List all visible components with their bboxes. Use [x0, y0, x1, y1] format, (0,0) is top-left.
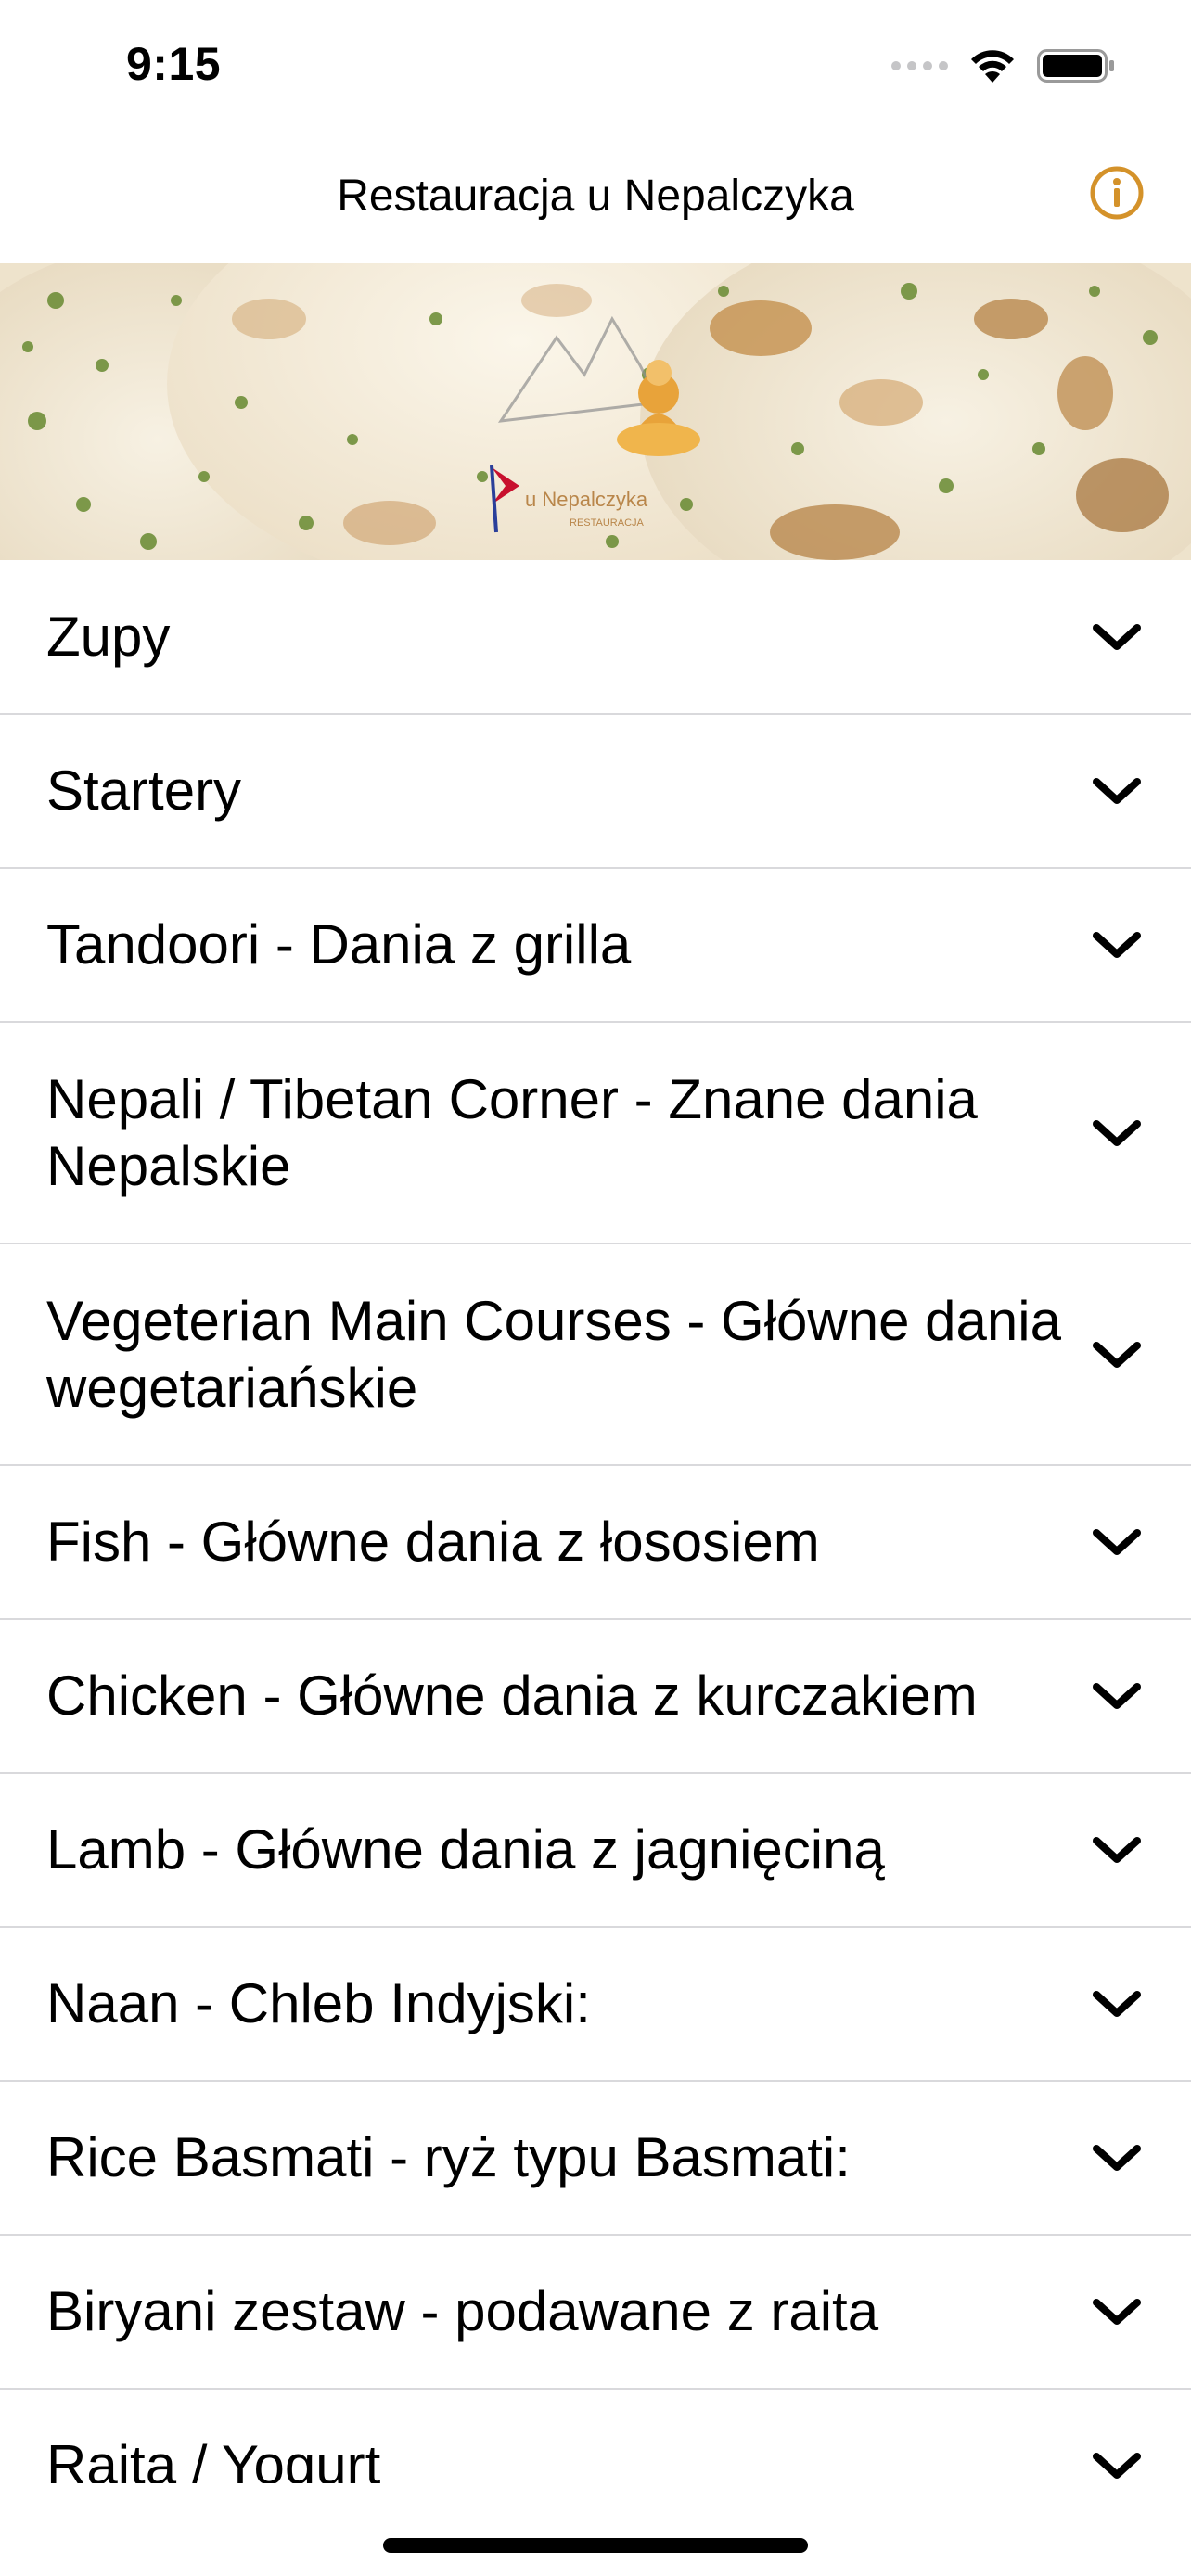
logo-subtext: RESTAURACJA: [570, 517, 645, 529]
info-button[interactable]: [1089, 165, 1145, 221]
chevron-down-icon[interactable]: [1089, 1831, 1145, 1868]
chevron-down-icon[interactable]: [1089, 1985, 1145, 2022]
category-label: Vegeterian Main Courses - Główne dania w…: [46, 1289, 1061, 1419]
category-row-raita[interactable]: Raita / Yogurt: [0, 2390, 1191, 2483]
category-label: Naan - Chleb Indyjski:: [46, 1972, 591, 2034]
category-row-fish[interactable]: Fish - Główne dania z łososiem: [0, 1466, 1191, 1620]
category-label: Chicken - Główne dania z kurczakiem: [46, 1664, 978, 1727]
status-time: 9:15: [126, 38, 222, 90]
category-row-naan[interactable]: Naan - Chleb Indyjski:: [0, 1928, 1191, 2082]
category-row-tandoori[interactable]: Tandoori - Dania z grilla: [0, 869, 1191, 1023]
home-indicator[interactable]: [383, 2538, 808, 2553]
category-label: Nepali / Tibetan Corner - Znane dania Ne…: [46, 1067, 978, 1197]
cellular-signal-icon: [891, 61, 948, 70]
category-row-rice-basmati[interactable]: Rice Basmati - ryż typu Basmati:: [0, 2082, 1191, 2236]
chevron-down-icon[interactable]: [1089, 2447, 1145, 2483]
category-label: Zupy: [46, 606, 171, 668]
category-row-chicken[interactable]: Chicken - Główne dania z kurczakiem: [0, 1620, 1191, 1774]
category-label: Fish - Główne dania z łososiem: [46, 1511, 820, 1573]
chevron-down-icon[interactable]: [1089, 2293, 1145, 2330]
chevron-down-icon[interactable]: [1089, 1677, 1145, 1715]
category-label: Tandoori - Dania z grilla: [46, 913, 632, 976]
status-icons: [891, 43, 1117, 89]
chevron-down-icon[interactable]: [1089, 618, 1145, 656]
naan-bread-image: u Nepalczyka RESTAURACJA: [0, 263, 1191, 560]
page-title: Restauracja u Nepalczyka: [337, 172, 854, 221]
category-row-startery[interactable]: Startery: [0, 715, 1191, 869]
battery-icon: [1037, 49, 1114, 83]
category-label: Startery: [46, 759, 242, 822]
chevron-down-icon[interactable]: [1089, 1336, 1145, 1373]
chevron-down-icon[interactable]: [1089, 926, 1145, 963]
category-label: Raita / Yogurt: [46, 2434, 381, 2483]
category-row-vegetarian[interactable]: Vegeterian Main Courses - Główne dania w…: [0, 1244, 1191, 1466]
status-bar: 9:15: [0, 0, 1191, 134]
category-label: Biryani zestaw - podawane z raita: [46, 2280, 879, 2342]
category-label: Rice Basmati - ryż typu Basmati:: [46, 2126, 851, 2188]
info-icon: [1090, 166, 1144, 220]
chevron-down-icon[interactable]: [1089, 772, 1145, 810]
logo-text: u Nepalczyka: [525, 488, 648, 511]
chevron-down-icon[interactable]: [1089, 2139, 1145, 2176]
banner-image: u Nepalczyka RESTAURACJA: [0, 263, 1191, 560]
chevron-down-icon[interactable]: [1089, 1115, 1145, 1152]
chevron-down-icon[interactable]: [1089, 1524, 1145, 1561]
category-row-biryani[interactable]: Biryani zestaw - podawane z raita: [0, 2236, 1191, 2390]
category-label: Lamb - Główne dania z jagnięciną: [46, 1818, 885, 1881]
category-row-zupy[interactable]: Zupy: [0, 561, 1191, 715]
menu-category-list[interactable]: Zupy Startery Tandoori - Dania z grilla …: [0, 561, 1191, 2483]
wifi-icon: [971, 50, 1014, 83]
category-row-nepali-tibetan[interactable]: Nepali / Tibetan Corner - Znane dania Ne…: [0, 1023, 1191, 1244]
category-row-lamb[interactable]: Lamb - Główne dania z jagnięciną: [0, 1774, 1191, 1928]
navigation-bar: Restauracja u Nepalczyka: [0, 134, 1191, 263]
